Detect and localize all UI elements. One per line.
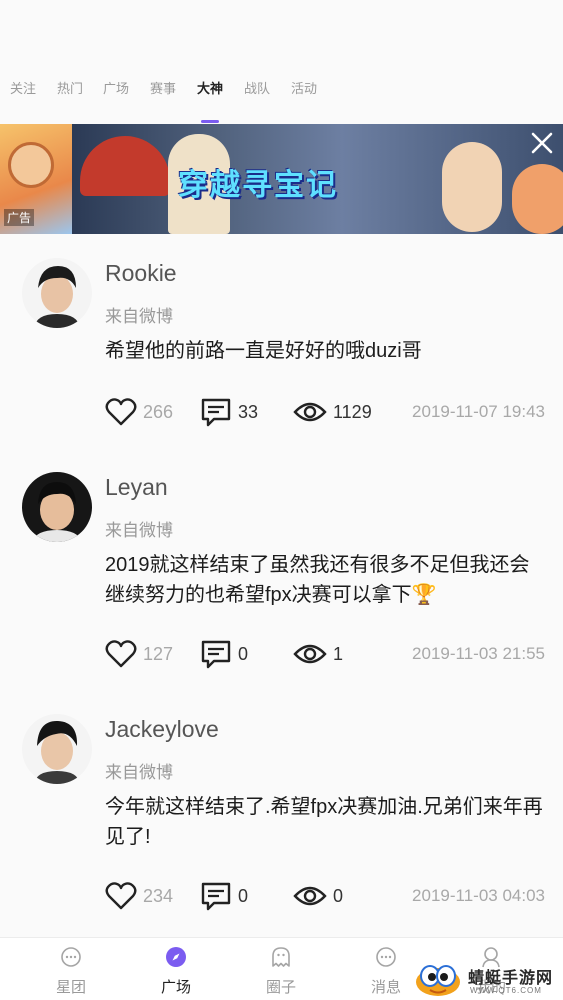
- message-icon: [376, 947, 396, 967]
- avatar[interactable]: [22, 714, 92, 784]
- author-name[interactable]: Leyan: [105, 474, 168, 501]
- tab-activities[interactable]: 活动: [291, 78, 317, 97]
- eye-icon: [293, 644, 327, 664]
- post-source: 来自微博: [105, 307, 173, 326]
- chat-bubble-icon: [61, 947, 81, 967]
- close-icon[interactable]: [527, 128, 557, 158]
- tab-hot[interactable]: 热门: [57, 78, 83, 97]
- comment-icon: [201, 882, 231, 911]
- nav-item-star-group[interactable]: 星团: [31, 938, 111, 1000]
- watermark: 蜻蜓手游网 WWW.QT6.COM: [412, 958, 562, 998]
- like-button[interactable]: 127: [105, 637, 173, 671]
- ghost-icon: [272, 947, 290, 967]
- nav-label: 圈子: [265, 979, 296, 996]
- like-count: 127: [143, 643, 174, 664]
- post-content: 今年就这样结束了.希望fpx决赛加油.兄弟们来年再见了!: [105, 796, 543, 848]
- heart-icon: [105, 640, 137, 668]
- nav-item-square[interactable]: 广场: [136, 938, 216, 1000]
- comment-button[interactable]: 0: [200, 637, 248, 671]
- avatar[interactable]: [22, 258, 92, 328]
- comment-count: 0: [238, 885, 249, 906]
- post-timestamp: 2019-11-03 04:03: [412, 886, 545, 905]
- channel-tabs: 关注 热门 广场 赛事 大神 战队 活动: [0, 78, 563, 124]
- nav-label: 星团: [55, 979, 86, 996]
- heart-icon: [105, 398, 137, 426]
- post-item: Leyan 来自微博 2019就这样结束了虽然我还有很多不足但我还会继续努力的也…: [0, 472, 563, 712]
- tab-square[interactable]: 广场: [103, 78, 129, 97]
- view-counter: 1129: [293, 395, 372, 429]
- post-timestamp: 2019-11-07 19:43: [412, 402, 545, 421]
- comment-button[interactable]: 0: [200, 879, 248, 913]
- view-count: 1: [333, 643, 344, 664]
- compass-icon: [166, 947, 186, 967]
- tab-follow[interactable]: 关注: [10, 78, 36, 97]
- post-item: Rookie 来自微博 希望他的前路一直是好好的哦duzi哥 266 33 11…: [0, 258, 563, 498]
- ad-title: 穿越寻宝记: [178, 169, 338, 202]
- like-button[interactable]: 234: [105, 879, 173, 913]
- post-source: 来自微博: [105, 763, 173, 782]
- post-timestamp: 2019-11-03 21:55: [412, 644, 545, 663]
- view-count: 1129: [333, 401, 372, 422]
- watermark-text: 蜻蜓手游网: [468, 970, 554, 987]
- post-stats: 127 0 1 2019-11-03 21:55: [105, 637, 545, 671]
- post-stats: 266 33 1129 2019-11-07 19:43: [105, 395, 545, 429]
- author-name[interactable]: Rookie: [105, 260, 177, 287]
- post-content: 2019就这样结束了虽然我还有很多不足但我还会继续努力的也希望fpx决赛可以拿下…: [105, 554, 530, 606]
- comment-count: 33: [238, 401, 259, 422]
- eye-icon: [293, 886, 327, 906]
- watermark-url: WWW.QT6.COM: [470, 986, 542, 995]
- heart-icon: [105, 882, 137, 910]
- dragonfly-logo-icon: [416, 965, 460, 996]
- comment-icon: [201, 398, 231, 427]
- tab-teams[interactable]: 战队: [244, 78, 270, 97]
- nav-label: 广场: [160, 979, 191, 996]
- post-source: 来自微博: [105, 521, 173, 540]
- like-count: 266: [143, 401, 174, 422]
- tab-masters[interactable]: 大神: [197, 78, 223, 97]
- nav-item-circle[interactable]: 圈子: [241, 938, 321, 1000]
- like-count: 234: [143, 885, 174, 906]
- eye-icon: [293, 402, 327, 422]
- view-count: 0: [333, 885, 344, 906]
- comment-icon: [201, 640, 231, 669]
- comment-count: 0: [238, 643, 249, 664]
- ad-banner[interactable]: 穿越寻宝记 广告: [0, 124, 563, 234]
- ad-label: 广告: [4, 209, 35, 226]
- post-item: Jackeylove 来自微博 今年就这样结束了.希望fpx决赛加油.兄弟们来年…: [0, 714, 563, 954]
- post-content: 希望他的前路一直是好好的哦duzi哥: [105, 340, 422, 362]
- view-counter: 0: [293, 879, 343, 913]
- tab-events[interactable]: 赛事: [150, 78, 176, 97]
- active-tab-indicator: [201, 120, 219, 123]
- comment-button[interactable]: 33: [200, 395, 258, 429]
- like-button[interactable]: 266: [105, 395, 173, 429]
- view-counter: 1: [293, 637, 343, 671]
- author-name[interactable]: Jackeylove: [105, 716, 219, 743]
- post-stats: 234 0 0 2019-11-03 04:03: [105, 879, 545, 913]
- avatar[interactable]: [22, 472, 92, 542]
